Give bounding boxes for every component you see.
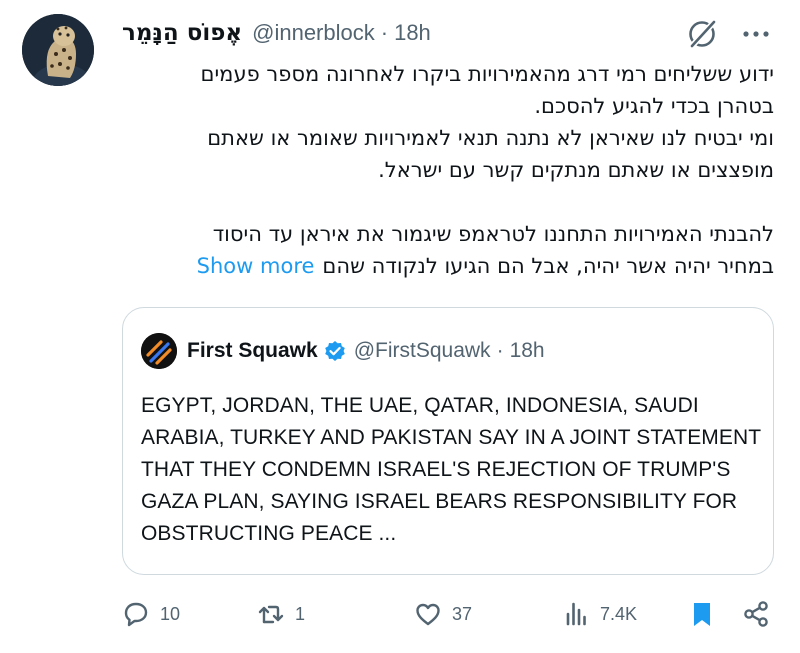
author-display-name[interactable]: אֶפוֹס הַנָּמֵר xyxy=(122,20,242,46)
post-text-line: להבנתי האמירויות התחננו לטראמפ שיגמור את… xyxy=(212,222,774,246)
author-handle[interactable]: @innerblock xyxy=(252,20,375,46)
bookmark-icon xyxy=(694,603,710,626)
post-text-line: ידוע ששליחים רמי דרג מהאמירויות ביקרו לא… xyxy=(200,62,774,86)
bookmark-button[interactable] xyxy=(688,596,726,632)
views-count: 7.4K xyxy=(600,603,638,624)
share-button[interactable] xyxy=(742,596,780,632)
quoted-post-header: First Squawk @FirstSquawk · 18h xyxy=(187,334,545,368)
repost-arrows-icon xyxy=(258,605,284,624)
quoted-post-text: EGYPT, JORDAN, THE UAE, QATAR, INDONESIA… xyxy=(141,394,761,545)
show-more-link[interactable]: Show more xyxy=(197,254,315,278)
header-separator: · xyxy=(380,20,389,45)
quoted-timestamp[interactable]: 18h xyxy=(510,339,545,363)
action-bar: 10 1 37 7.4K xyxy=(122,596,782,632)
grok-slash-icon[interactable] xyxy=(685,17,719,51)
author-avatar[interactable] xyxy=(22,14,94,86)
post-text-line: מופצצים או שאתם מנתקים קשר עם ישראל. xyxy=(378,158,774,182)
more-dots-icon[interactable] xyxy=(738,20,774,48)
post-header: אֶפוֹס הַנָּמֵר @innerblock · 18h xyxy=(122,16,431,50)
reply-count: 10 xyxy=(160,603,181,624)
quoted-display-name[interactable]: First Squawk xyxy=(187,339,318,363)
first-squawk-logo-icon xyxy=(141,333,177,369)
like-button[interactable]: 37 xyxy=(414,596,472,632)
post-text: ידוע ששליחים רמי דרג מהאמירויות ביקרו לא… xyxy=(122,58,774,282)
share-icon xyxy=(744,601,768,627)
reply-button[interactable]: 10 xyxy=(122,596,180,632)
post-text-line: במחיר יהיה אשר יהיה, אבל הם הגיעו לנקודה… xyxy=(322,254,774,278)
like-count: 37 xyxy=(452,603,473,624)
post-timestamp[interactable]: 18h xyxy=(394,20,431,46)
repost-button[interactable]: 1 xyxy=(257,596,305,632)
quoted-header-separator: · xyxy=(496,339,504,362)
verified-badge-icon xyxy=(324,341,345,361)
leopard-avatar-image xyxy=(22,14,94,86)
post-text-line: ומי יבטיח לנו שאיראן לא נתנה תנאי לאמירו… xyxy=(207,126,774,150)
post-text-line: בטהרן בכדי להגיע להסכם. xyxy=(534,94,774,118)
post-text-last-line: במחיר יהיה אשר יהיה, אבל הם הגיעו לנקודה… xyxy=(122,250,774,282)
quoted-author-avatar[interactable] xyxy=(141,333,177,369)
views-bars-icon xyxy=(566,602,586,626)
repost-count: 1 xyxy=(295,603,306,624)
quoted-post-card[interactable]: First Squawk @FirstSquawk · 18h EGYPT, J… xyxy=(122,307,774,575)
heart-icon xyxy=(416,603,440,626)
reply-bubble-icon xyxy=(124,602,148,627)
views-button[interactable]: 7.4K xyxy=(562,596,637,632)
quoted-handle[interactable]: @FirstSquawk xyxy=(354,339,491,363)
